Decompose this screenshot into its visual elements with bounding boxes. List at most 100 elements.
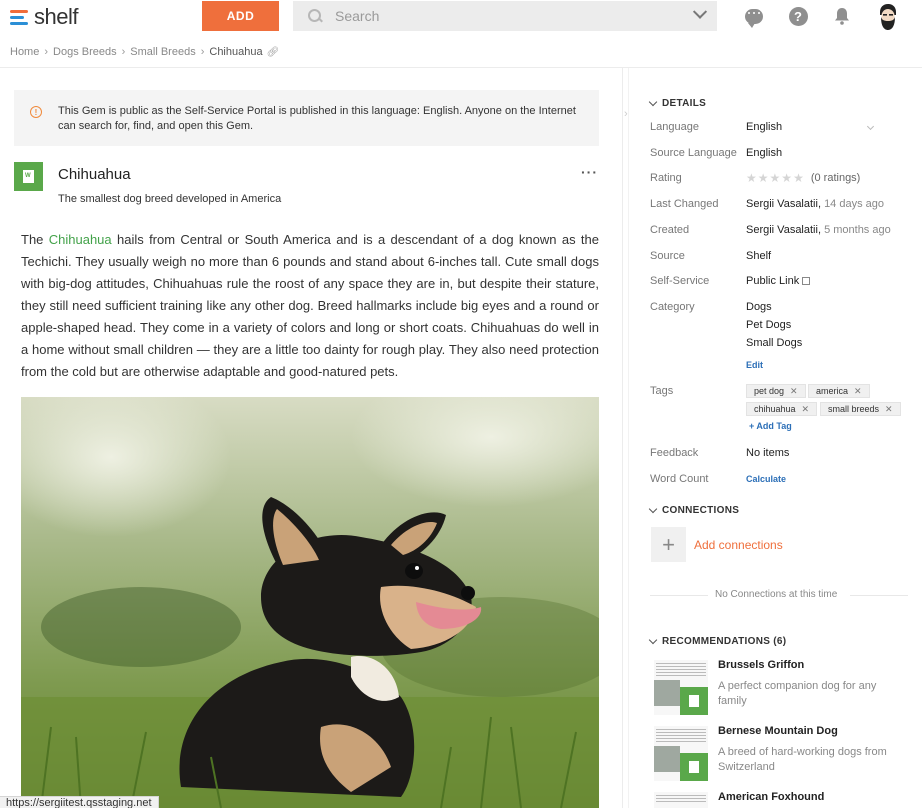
chevron-right-icon[interactable]: › [624, 108, 628, 120]
search-bar[interactable]: Search [293, 1, 717, 31]
public-notice: ! This Gem is public as the Self-Service… [14, 90, 599, 146]
last-changed-value: Sergii Vasalatii, 14 days ago [746, 198, 884, 210]
tag-chip: pet dog ✕ [746, 384, 806, 398]
tags-label: Tags [650, 385, 674, 397]
rating-count: (0 ratings) [810, 172, 861, 184]
recommendation-thumbnail[interactable] [654, 660, 708, 715]
add-connections-button[interactable]: Add connections [694, 538, 783, 552]
no-connections-text: No Connections at this time [715, 589, 838, 600]
breadcrumb-home[interactable]: Home [10, 46, 39, 58]
external-link-icon[interactable] [802, 277, 811, 285]
add-button[interactable]: ADD [202, 1, 279, 31]
category-item: Small Dogs [746, 337, 803, 349]
status-url: https://sergiitest.qsstaging.net [0, 796, 159, 808]
last-changed-user[interactable]: Sergii Vasalatii, [746, 198, 821, 210]
source-value: Shelf [746, 250, 772, 262]
gem-type-icon [680, 753, 708, 781]
details-heading[interactable]: DETAILS [648, 97, 707, 109]
self-service-label: Self-Service [650, 275, 710, 287]
recommendations-heading[interactable]: RECOMMENDATIONS (6) [648, 635, 787, 647]
chevron-down-icon[interactable] [692, 4, 708, 19]
rating-stars[interactable]: ★ ★ ★ ★ ★ (0 ratings) [746, 171, 860, 185]
breadcrumb-dogs-breeds[interactable]: Dogs Breeds [53, 46, 117, 58]
star-icon[interactable]: ★ [746, 171, 757, 185]
close-icon[interactable]: ✕ [802, 404, 810, 415]
language-select[interactable]: English [746, 121, 782, 133]
more-options-icon[interactable]: ··· [581, 164, 598, 180]
link-icon[interactable]: 🔗︎ [267, 47, 280, 58]
body-text-pre: The [21, 232, 49, 247]
breadcrumb: Home › Dogs Breeds › Small Breeds › Chih… [10, 46, 279, 58]
gem-type-icon [14, 162, 43, 191]
source-language-value: English [746, 147, 783, 159]
help-icon[interactable]: ? [788, 6, 808, 26]
recommendations-heading-label: RECOMMENDATIONS (6) [662, 636, 787, 647]
language-label: Language [650, 121, 699, 133]
chihuahua-photo [21, 397, 599, 808]
page-title: Chihuahua [58, 166, 131, 183]
created-time: 5 months ago [824, 224, 891, 236]
divider [850, 595, 908, 596]
category-label: Category [650, 301, 695, 313]
created-user[interactable]: Sergii Vasalatii, [746, 224, 821, 236]
source-language-label: Source Language [650, 147, 737, 159]
avatar[interactable] [876, 3, 900, 31]
last-changed-time: 14 days ago [824, 198, 884, 210]
shelf-logo[interactable]: shelf [10, 4, 78, 30]
tag-chip: small breeds ✕ [820, 402, 901, 416]
breadcrumb-small-breeds[interactable]: Small Breeds [130, 46, 195, 58]
logo-text: shelf [34, 4, 78, 29]
chat-icon[interactable] [744, 6, 764, 28]
gem-body: The Chihuahua hails from Central or Sout… [21, 229, 599, 383]
tag-label: chihuahua [754, 404, 796, 414]
close-icon[interactable]: ✕ [854, 386, 862, 397]
recommendation-title[interactable]: Bernese Mountain Dog [718, 725, 838, 737]
close-icon[interactable]: ✕ [885, 404, 893, 415]
recommendation-title[interactable]: American Foxhound [718, 791, 824, 803]
top-bar: shelf ADD Search ? [0, 0, 922, 34]
recommendation-thumbnail[interactable] [654, 726, 708, 781]
created-label: Created [650, 224, 690, 236]
feedback-value: No items [746, 447, 790, 459]
created-value: Sergii Vasalatii, 5 months ago [746, 224, 891, 236]
gem-subtitle: The smallest dog breed developed in Amer… [58, 193, 282, 205]
warning-icon: ! [30, 106, 42, 118]
recommendation-desc: A breed of hard-working dogs from Switze… [718, 746, 887, 773]
chevron-down-icon[interactable] [866, 122, 875, 131]
body-link[interactable]: Chihuahua [49, 232, 112, 247]
chevron-down-icon [648, 635, 658, 645]
tag-label: pet dog [754, 386, 785, 396]
tag-label: small breeds [828, 404, 880, 414]
tag-label: america [816, 386, 849, 396]
calculate-word-count-link[interactable]: Calculate [746, 474, 786, 484]
edit-category-link[interactable]: Edit [746, 360, 763, 370]
divider [0, 67, 922, 68]
feedback-label: Feedback [650, 447, 699, 459]
connections-heading[interactable]: CONNECTIONS [648, 504, 740, 516]
breadcrumb-current: Chihuahua [209, 46, 263, 58]
search-input[interactable]: Search [335, 8, 695, 24]
tag-chip: chihuahua ✕ [746, 402, 818, 416]
star-icon[interactable]: ★ [758, 171, 769, 185]
recommendation-desc: A perfect companion dog for any family [718, 680, 877, 707]
star-icon[interactable]: ★ [781, 171, 792, 185]
star-icon[interactable]: ★ [770, 171, 781, 185]
rating-label: Rating [650, 172, 682, 184]
star-icon[interactable]: ★ [793, 171, 804, 185]
public-link-label[interactable]: Public Link [746, 275, 799, 287]
public-link[interactable]: Public Link [746, 275, 811, 287]
add-connection-icon[interactable]: + [651, 527, 686, 562]
panel-divider [628, 68, 629, 808]
close-icon[interactable]: ✕ [790, 386, 798, 397]
chevron-right-icon: › [44, 46, 49, 58]
search-icon [307, 8, 323, 24]
connections-heading-label: CONNECTIONS [662, 505, 740, 516]
details-heading-label: DETAILS [662, 98, 707, 109]
add-tag-button[interactable]: + Add Tag [749, 421, 792, 431]
body-text: hails from Central or South America and … [21, 232, 599, 379]
chevron-right-icon: › [200, 46, 205, 58]
bell-icon[interactable] [832, 6, 852, 26]
category-item: Dogs [746, 301, 772, 313]
recommendation-title[interactable]: Brussels Griffon [718, 659, 804, 671]
recommendation-thumbnail[interactable] [654, 792, 708, 808]
